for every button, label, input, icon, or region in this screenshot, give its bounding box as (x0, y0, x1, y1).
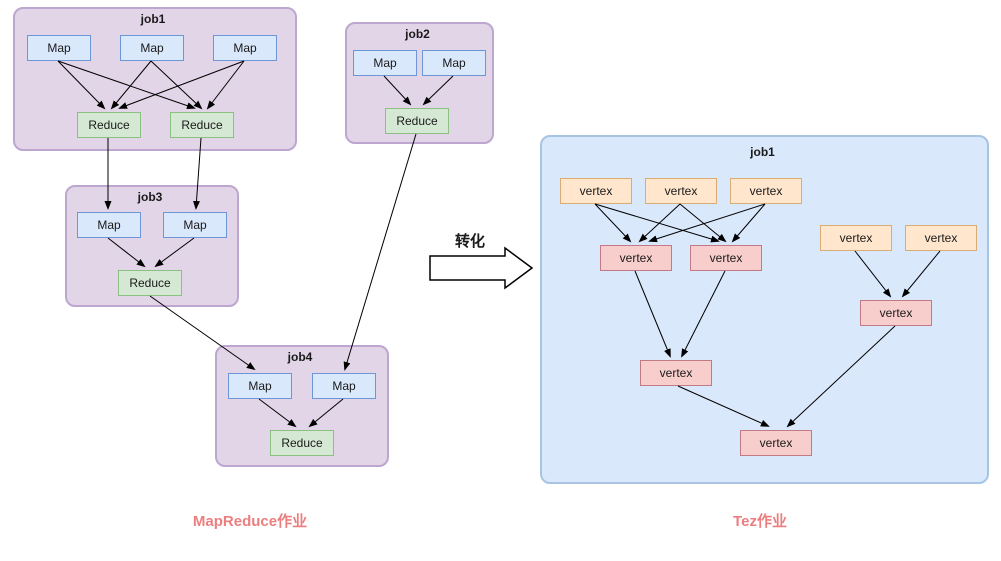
job1-map-2: Map (120, 35, 184, 61)
tez-orange-5: vertex (905, 225, 977, 251)
transform-label: 转化 (440, 230, 500, 251)
job1-title: job1 (13, 12, 293, 26)
job4-title: job4 (215, 350, 385, 364)
job4-map-1: Map (228, 373, 292, 399)
job1-map-3: Map (213, 35, 277, 61)
tez-pink-2: vertex (690, 245, 762, 271)
job2-reduce: Reduce (385, 108, 449, 134)
job3-title: job3 (65, 190, 235, 204)
job4-reduce: Reduce (270, 430, 334, 456)
job3-map-1: Map (77, 212, 141, 238)
job3-map-2: Map (163, 212, 227, 238)
tez-pink-4: vertex (640, 360, 712, 386)
job1-map-1: Map (27, 35, 91, 61)
tez-orange-1: vertex (560, 178, 632, 204)
caption-right: Tez作业 (670, 510, 850, 531)
job1-reduce-2: Reduce (170, 112, 234, 138)
job1-container (13, 7, 297, 151)
job2-map-2: Map (422, 50, 486, 76)
job2-map-1: Map (353, 50, 417, 76)
tez-pink-3: vertex (860, 300, 932, 326)
job3-reduce: Reduce (118, 270, 182, 296)
caption-left: MapReduce作业 (150, 510, 350, 531)
tez-orange-3: vertex (730, 178, 802, 204)
job1-reduce-1: Reduce (77, 112, 141, 138)
job4-map-2: Map (312, 373, 376, 399)
tez-job-title: job1 (540, 145, 985, 159)
job2-title: job2 (345, 27, 490, 41)
tez-orange-4: vertex (820, 225, 892, 251)
tez-pink-5: vertex (740, 430, 812, 456)
tez-orange-2: vertex (645, 178, 717, 204)
tez-pink-1: vertex (600, 245, 672, 271)
